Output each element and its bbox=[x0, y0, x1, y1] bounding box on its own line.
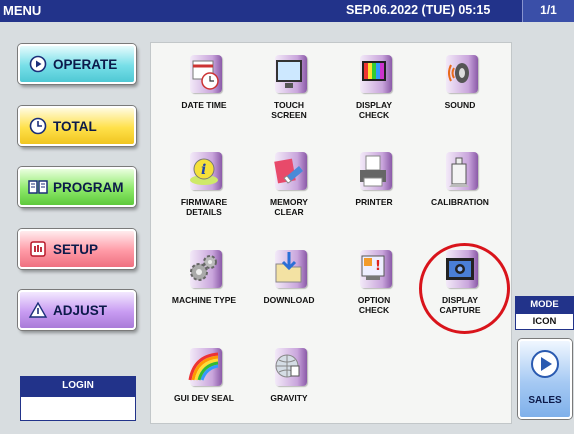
tile-label: FIRMWARE bbox=[180, 197, 228, 207]
option-check-icon: ! bbox=[361, 255, 385, 280]
adjust-button[interactable]: ADJUST bbox=[18, 290, 136, 330]
speaker-icon bbox=[448, 63, 469, 83]
tile-option-check[interactable]: ! OPTION CHECK bbox=[334, 248, 414, 315]
tile-download[interactable]: DOWNLOAD bbox=[249, 248, 329, 305]
tile-sound[interactable]: SOUND bbox=[420, 53, 500, 110]
menu-title: MENU bbox=[3, 3, 42, 18]
tile-display-check[interactable]: DISPLAY CHECK bbox=[334, 53, 414, 120]
eraser-icon bbox=[274, 158, 303, 184]
tile-label: CLEAR bbox=[274, 207, 304, 217]
tile-machine-type[interactable]: MACHINE TYPE bbox=[164, 248, 244, 305]
tile-touch-screen[interactable]: TOUCH SCREEN bbox=[249, 53, 329, 120]
tile-gui-dev-seal[interactable]: GUI DEV SEAL bbox=[164, 346, 244, 403]
operate-label: OPERATE bbox=[53, 56, 118, 72]
tile-label: DISPLAY bbox=[355, 100, 393, 110]
top-bar: MENU SEP.06.2022 (TUE) 05:15 1/1 bbox=[0, 0, 574, 22]
touch-screen-icon bbox=[276, 60, 302, 88]
tile-label: PRINTER bbox=[355, 197, 393, 207]
total-button[interactable]: TOTAL bbox=[18, 106, 136, 146]
tile-label: TOUCH bbox=[273, 100, 305, 110]
tile-firmware-details[interactable]: i FIRMWARE DETAILS bbox=[164, 150, 244, 217]
tile-label: DETAILS bbox=[186, 207, 222, 217]
operate-button[interactable]: OPERATE bbox=[18, 44, 136, 84]
tile-label: CHECK bbox=[358, 305, 390, 315]
page-indicator: 1/1 bbox=[522, 0, 574, 22]
tile-label: SCREEN bbox=[271, 110, 307, 120]
mode-header: MODE bbox=[515, 296, 574, 313]
book-icon bbox=[28, 178, 48, 196]
tile-label: MEMORY bbox=[270, 197, 308, 207]
adjust-label: ADJUST bbox=[53, 302, 108, 318]
sales-button[interactable]: SALES bbox=[518, 339, 572, 419]
tile-label: DOWNLOAD bbox=[263, 295, 315, 305]
login-field[interactable] bbox=[20, 396, 136, 421]
printer-icon bbox=[360, 155, 386, 187]
adjust-triangle-icon bbox=[28, 301, 48, 319]
setup-button[interactable]: SETUP bbox=[18, 229, 136, 269]
tile-memory-clear[interactable]: MEMORY CLEAR bbox=[249, 150, 329, 217]
calendar-clock-icon bbox=[192, 60, 219, 90]
clock-icon bbox=[28, 117, 48, 135]
svg-text:!: ! bbox=[375, 259, 381, 274]
highlight-circle bbox=[419, 243, 510, 334]
tile-label: DATE TIME bbox=[181, 100, 227, 110]
mode-value[interactable]: ICON bbox=[515, 313, 574, 330]
tile-label: MACHINE TYPE bbox=[171, 295, 237, 305]
tile-printer[interactable]: PRINTER bbox=[334, 150, 414, 207]
rainbow-icon bbox=[188, 352, 219, 381]
download-folder-icon bbox=[275, 252, 302, 283]
tile-label: CALIBRATION bbox=[431, 197, 489, 207]
play-circle-icon bbox=[28, 55, 48, 73]
datetime-display: SEP.06.2022 (TUE) 05:15 bbox=[346, 3, 491, 17]
sales-label: SALES bbox=[528, 395, 562, 406]
tile-label: GUI DEV SEAL bbox=[174, 393, 234, 403]
info-icon: i bbox=[190, 158, 218, 185]
calibration-weight-icon bbox=[449, 157, 469, 187]
display-check-icon bbox=[362, 61, 386, 81]
setup-hand-icon bbox=[28, 240, 48, 258]
program-button[interactable]: PROGRAM bbox=[18, 167, 136, 207]
setup-label: SETUP bbox=[53, 241, 99, 257]
program-label: PROGRAM bbox=[53, 179, 124, 195]
tile-date-time[interactable]: DATE TIME bbox=[164, 53, 244, 110]
tile-calibration[interactable]: CALIBRATION bbox=[420, 150, 500, 207]
tile-label: SOUND bbox=[444, 100, 476, 110]
gears-icon bbox=[190, 255, 217, 281]
play-arrow-icon bbox=[530, 349, 560, 379]
tile-label: OPTION bbox=[357, 295, 391, 305]
total-label: TOTAL bbox=[53, 118, 97, 134]
login-header: LOGIN bbox=[20, 376, 136, 396]
tile-label: GRAVITY bbox=[270, 393, 308, 403]
tile-label: CHECK bbox=[358, 110, 390, 120]
svg-text:i: i bbox=[201, 162, 206, 178]
globe-icon bbox=[275, 354, 300, 378]
tile-gravity[interactable]: GRAVITY bbox=[249, 346, 329, 403]
